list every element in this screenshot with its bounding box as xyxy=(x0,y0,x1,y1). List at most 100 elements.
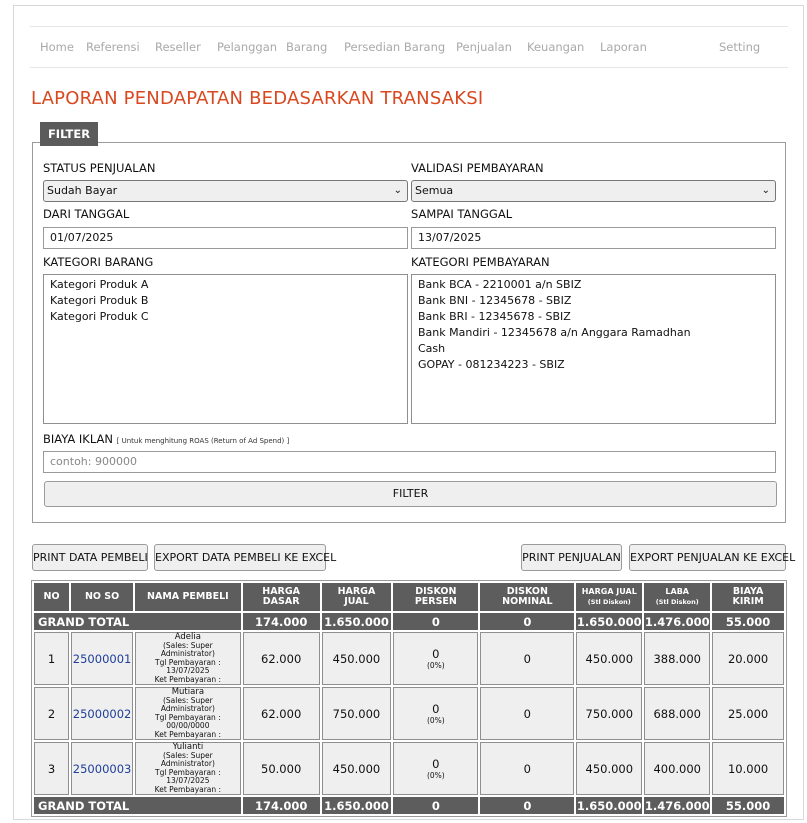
diskon-nominal-cell: 0 xyxy=(480,742,575,795)
laba-cell: 388.000 xyxy=(644,632,711,685)
kategori-pembayaran-label: KATEGORI PEMBAYARAN xyxy=(411,255,550,269)
kategori-pembayaran-list[interactable]: Bank BCA - 2210001 a/n SBIZ Bank BNI - 1… xyxy=(411,274,776,424)
biaya-kirim-cell: 25.000 xyxy=(712,687,784,740)
list-item[interactable]: Bank Mandiri - 12345678 a/n Anggara Rama… xyxy=(418,325,769,341)
no-so-link[interactable]: 25000001 xyxy=(71,632,134,685)
list-item[interactable]: Kategori Produk B xyxy=(50,293,401,309)
nav-setting[interactable]: Setting xyxy=(719,40,760,54)
nav-referensi[interactable]: Referensi xyxy=(86,40,140,54)
report-table: NO NO SO NAMA PEMBELI HARGA DASAR HARGA JU… xyxy=(31,580,787,817)
export-penjualan-button[interactable]: EXPORT PENJUALAN KE EXCEL xyxy=(629,544,795,571)
dari-tanggal-input[interactable]: 01/07/2025 xyxy=(43,227,408,249)
grand-total-harga-jual: 1.650.000 xyxy=(321,797,392,814)
filter-button[interactable]: FILTER xyxy=(44,481,777,507)
nav-penjualan[interactable]: Penjualan xyxy=(456,40,512,54)
no-so-link[interactable]: 25000002 xyxy=(71,687,134,740)
harga-dasar-cell: 50.000 xyxy=(242,742,320,795)
col-nama-pembeli: NAMA PEMBELI xyxy=(135,583,241,611)
no-so-link[interactable]: 25000003 xyxy=(71,742,134,795)
table-row: 1 25000001 Adelia (Sales: Super Administ… xyxy=(34,632,784,685)
status-penjualan-label: STATUS PENJUALAN xyxy=(43,161,156,175)
top-nav: Home Referensi Reseller Pelanggan Barang… xyxy=(30,26,788,68)
biaya-iklan-input[interactable]: contoh: 900000 xyxy=(43,451,776,473)
col-diskon-nominal: DISKON NOMINAL xyxy=(480,583,575,611)
nav-persedian-barang[interactable]: Persedian Barang xyxy=(344,40,445,54)
kategori-barang-list[interactable]: Kategori Produk A Kategori Produk B Kate… xyxy=(43,274,408,424)
nav-keuangan[interactable]: Keuangan xyxy=(527,40,584,54)
list-item[interactable]: Kategori Produk A xyxy=(50,277,401,293)
nav-pelanggan[interactable]: Pelanggan xyxy=(217,40,277,54)
grand-total-diskon-persen: 0 xyxy=(393,797,479,814)
grand-total-row-bottom: GRAND TOTAL 174.000 1.650.000 0 0 1.650.… xyxy=(34,797,784,814)
col-harga-dasar: HARGA DASAR xyxy=(242,583,320,611)
harga-jual-cell: 450.000 xyxy=(321,742,392,795)
grand-total-diskon-persen: 0 xyxy=(393,613,479,630)
grand-total-harga-dasar: 174.000 xyxy=(242,613,320,630)
nav-laporan[interactable]: Laporan xyxy=(600,40,647,54)
list-item[interactable]: Cash xyxy=(418,341,769,357)
biaya-kirim-cell: 20.000 xyxy=(712,632,784,685)
grand-total-row: GRAND TOTAL 174.000 1.650.000 0 0 1.650.… xyxy=(34,613,784,630)
list-item[interactable]: Bank BNI - 12345678 - SBIZ xyxy=(418,293,769,309)
nav-reseller[interactable]: Reseller xyxy=(155,40,201,54)
laba-cell: 688.000 xyxy=(644,687,711,740)
dari-tanggal-label: DARI TANGGAL xyxy=(43,207,130,221)
harga-jual-cell: 450.000 xyxy=(321,632,392,685)
buyer-cell: Yulianti (Sales: Super Administrator) Tg… xyxy=(135,742,241,795)
row-no: 2 xyxy=(34,687,70,740)
table-header-row: NO NO SO NAMA PEMBELI HARGA DASAR HARGA JU… xyxy=(34,583,784,611)
grand-total-biaya-kirim: 55.000 xyxy=(712,797,784,814)
status-penjualan-select[interactable]: Sudah Bayar ⌄ xyxy=(43,180,408,202)
list-item[interactable]: Bank BRI - 12345678 - SBIZ xyxy=(418,309,769,325)
grand-total-harga-jual-sd: 1.650.000 xyxy=(576,797,643,814)
harga-jual-cell: 750.000 xyxy=(321,687,392,740)
roas-note: [ Untuk menghitung ROAS (Return of Ad Sp… xyxy=(116,437,290,445)
list-item[interactable]: GOPAY - 081234223 - SBIZ xyxy=(418,357,769,373)
list-item[interactable]: Bank BCA - 2210001 a/n SBIZ xyxy=(418,277,769,293)
export-data-pembeli-button[interactable]: EXPORT DATA PEMBELI KE EXCEL xyxy=(154,544,336,571)
biaya-iklan-label: BIAYA IKLAN xyxy=(43,432,113,446)
buyer-cell: Mutiara (Sales: Super Administrator) Tgl… xyxy=(135,687,241,740)
validasi-pembayaran-select[interactable]: Semua ⌄ xyxy=(411,180,776,202)
grand-total-harga-jual: 1.650.000 xyxy=(321,613,392,630)
col-laba: LABA (Stl Diskon) xyxy=(644,583,711,611)
chevron-down-icon: ⌄ xyxy=(393,185,402,196)
print-penjualan-button[interactable]: PRINT PENJUALAN xyxy=(521,544,622,571)
print-data-pembeli-button[interactable]: PRINT DATA PEMBELI xyxy=(32,544,148,571)
grand-total-diskon-nominal: 0 xyxy=(480,797,575,814)
kategori-barang-label: KATEGORI BARANG xyxy=(43,255,154,269)
sampai-tanggal-input[interactable]: 13/07/2025 xyxy=(411,227,776,249)
validasi-pembayaran-value: Semua xyxy=(415,184,454,197)
diskon-persen-cell: 0 (0%) xyxy=(393,742,479,795)
grand-total-label: GRAND TOTAL xyxy=(34,797,241,814)
grand-total-label: GRAND TOTAL xyxy=(34,613,241,630)
grand-total-laba: 1.476.000 xyxy=(644,613,711,630)
col-no: NO xyxy=(34,583,70,611)
biaya-kirim-cell: 10.000 xyxy=(712,742,784,795)
grand-total-harga-jual-sd: 1.650.000 xyxy=(576,613,643,630)
col-no-so: NO SO xyxy=(71,583,134,611)
buyer-cell: Adelia (Sales: Super Administrator) Tgl … xyxy=(135,632,241,685)
list-item[interactable]: Kategori Produk C xyxy=(50,309,401,325)
row-no: 3 xyxy=(34,742,70,795)
harga-dasar-cell: 62.000 xyxy=(242,687,320,740)
diskon-nominal-cell: 0 xyxy=(480,632,575,685)
row-no: 1 xyxy=(34,632,70,685)
biaya-iklan-label-wrap: BIAYA IKLAN [ Untuk menghitung ROAS (Ret… xyxy=(43,432,289,446)
filter-tab: FILTER xyxy=(40,122,98,146)
grand-total-harga-dasar: 174.000 xyxy=(242,797,320,814)
grand-total-biaya-kirim: 55.000 xyxy=(712,613,784,630)
grand-total-diskon-nominal: 0 xyxy=(480,613,575,630)
status-penjualan-value: Sudah Bayar xyxy=(47,184,118,197)
chevron-down-icon: ⌄ xyxy=(761,185,770,196)
nav-barang[interactable]: Barang xyxy=(286,40,327,54)
col-harga-jual: HARGA JUAL xyxy=(321,583,392,611)
table-row: 2 25000002 Mutiara (Sales: Super Adminis… xyxy=(34,687,784,740)
nav-home[interactable]: Home xyxy=(40,40,74,54)
diskon-persen-cell: 0 (0%) xyxy=(393,687,479,740)
harga-jual-sd-cell: 450.000 xyxy=(576,632,643,685)
col-diskon-persen: DISKON PERSEN xyxy=(393,583,479,611)
page-title: LAPORAN PENDAPATAN BEDASARKAN TRANSAKSI xyxy=(31,88,484,109)
diskon-nominal-cell: 0 xyxy=(480,687,575,740)
grand-total-laba: 1.476.000 xyxy=(644,797,711,814)
